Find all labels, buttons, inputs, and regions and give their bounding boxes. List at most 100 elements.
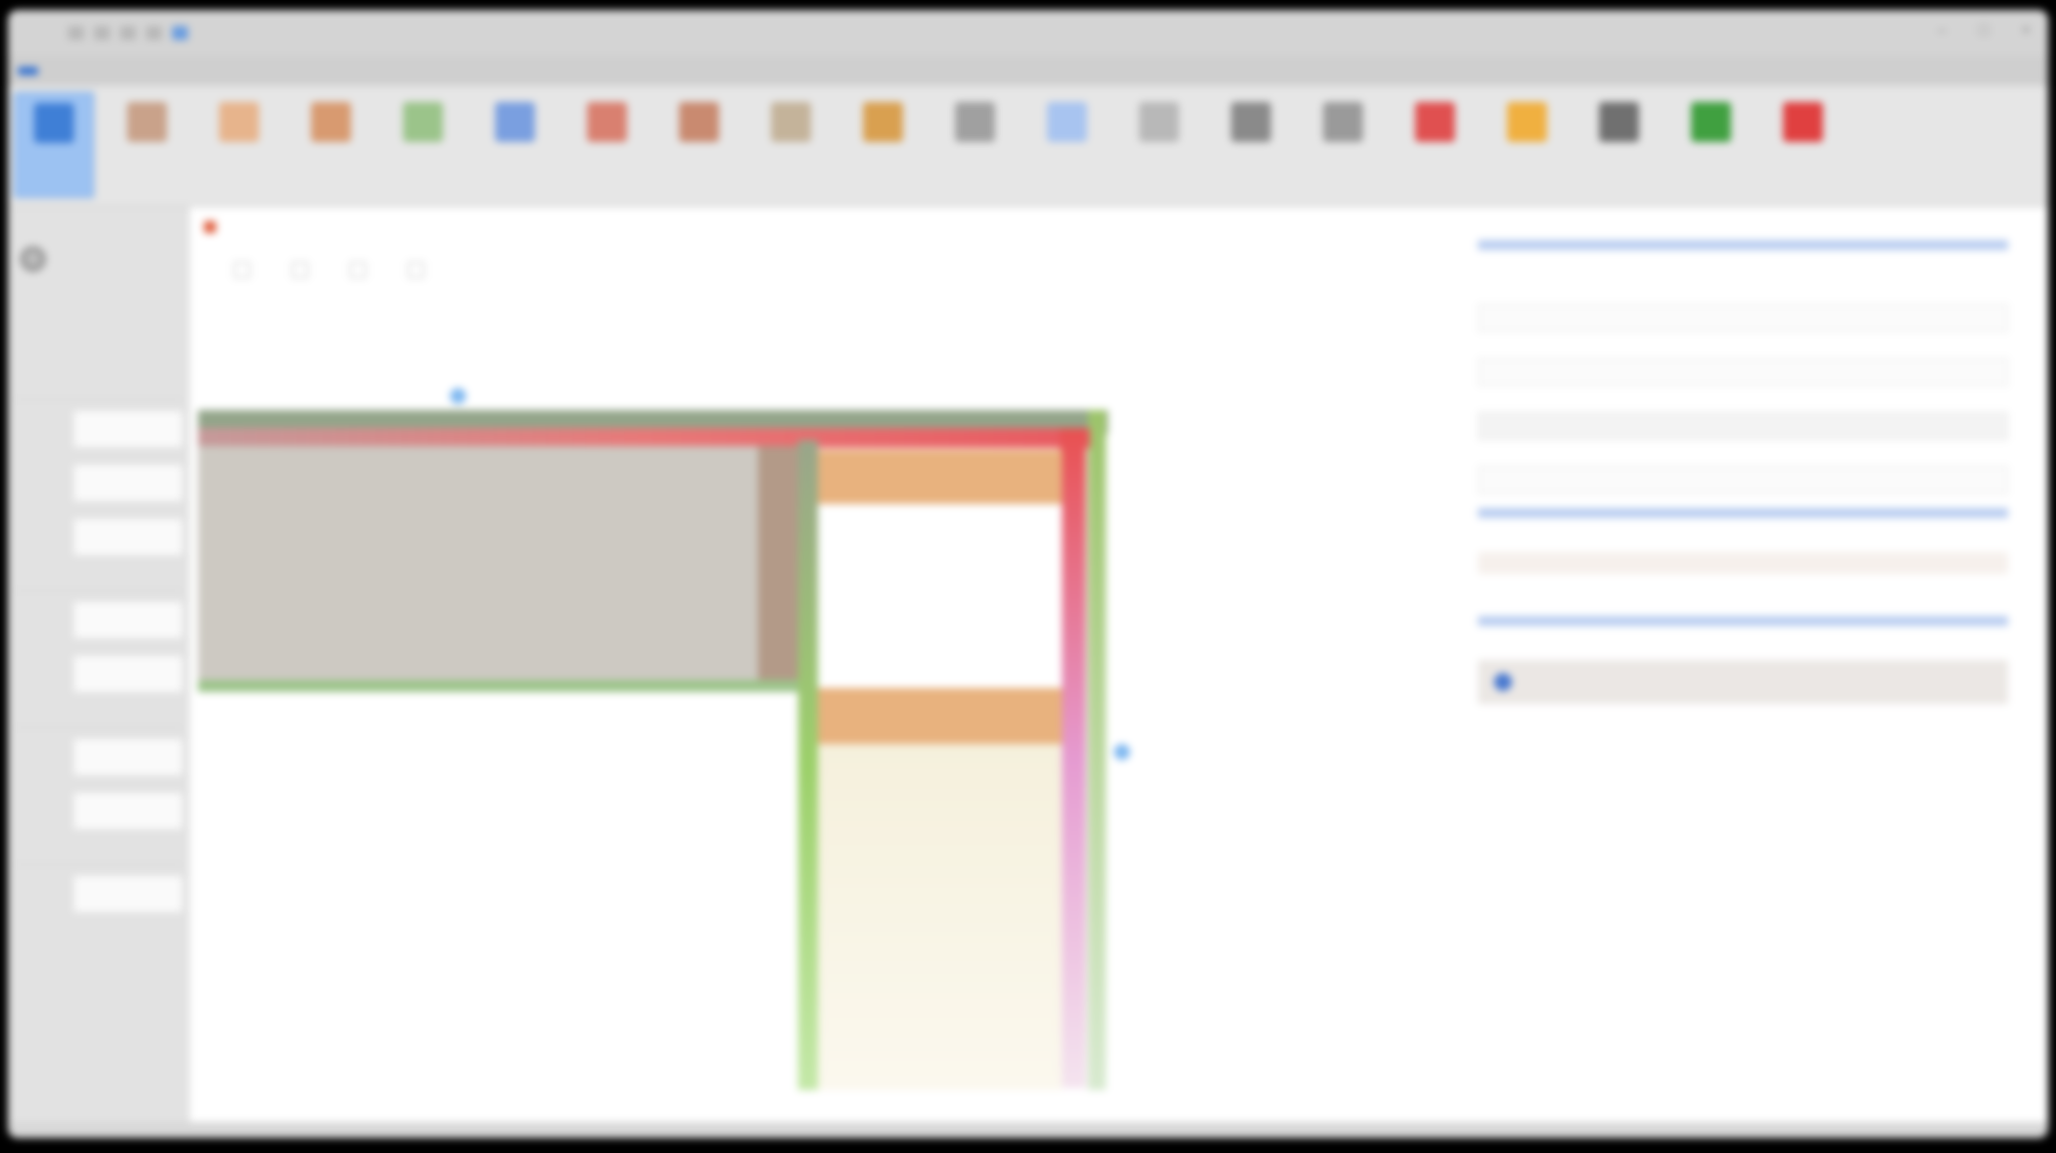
- ribbon-tab-file[interactable]: [18, 67, 38, 75]
- brush-icon: [311, 102, 351, 142]
- orange-band-top[interactable]: [818, 450, 1062, 504]
- sidebar-row-preview: [74, 602, 182, 638]
- maximize-button[interactable]: □: [1974, 22, 1994, 40]
- selection-handle-right[interactable]: [1114, 744, 1130, 760]
- file-icon[interactable]: [68, 26, 84, 40]
- ribbon-tool-shape[interactable]: [108, 92, 186, 196]
- image-icon: [1599, 102, 1639, 142]
- outer-frame-right-edge[interactable]: [1088, 410, 1106, 1090]
- ribbon-tool-brush[interactable]: [292, 92, 370, 196]
- sidebar-row-preview: [74, 411, 182, 447]
- ribbon-tool-grid[interactable]: [1120, 92, 1198, 196]
- sidebar-row-preview: [74, 739, 182, 775]
- sidebar-row[interactable]: [14, 406, 182, 452]
- property-field[interactable]: [1478, 466, 2008, 494]
- sidebar-row[interactable]: [14, 651, 182, 697]
- save-icon[interactable]: [94, 26, 110, 40]
- sidebar-row[interactable]: [14, 734, 182, 780]
- sidebar-section-header: [14, 568, 182, 591]
- arrange-icon: [955, 102, 995, 142]
- minimize-button[interactable]: –: [1932, 22, 1952, 40]
- shape-icon: [127, 102, 167, 142]
- selection-handle-top[interactable]: [450, 388, 466, 404]
- pointer-icon: [587, 102, 627, 142]
- sidebar-item-settings[interactable]: ⚙: [8, 237, 188, 281]
- property-option-row[interactable]: [1478, 660, 2008, 704]
- inner-frame-top[interactable]: [198, 428, 1090, 448]
- sidebar-list: [14, 377, 182, 925]
- property-field[interactable]: [1478, 358, 2008, 386]
- sidebar-section-header: [14, 842, 182, 865]
- orange-band-middle[interactable]: [818, 688, 1062, 744]
- ribbon-tool-line[interactable]: [384, 92, 462, 196]
- inner-frame-right[interactable]: [1060, 428, 1086, 1088]
- property-field[interactable]: [1478, 412, 2008, 440]
- gray-block[interactable]: [198, 446, 768, 684]
- document-tab[interactable]: [204, 216, 224, 238]
- cream-panel[interactable]: [818, 744, 1062, 1090]
- ribbon-tab[interactable]: [170, 67, 190, 75]
- properties-section-heading: [1478, 634, 2008, 654]
- property-label: [1478, 394, 2008, 412]
- ribbon-tool-arrange[interactable]: [936, 92, 1014, 196]
- sidebar-row[interactable]: [14, 514, 182, 560]
- properties-section-bar: [1478, 616, 2008, 626]
- ribbon-tool-frame[interactable]: [1028, 92, 1106, 196]
- ribbon-tool-link[interactable]: [1212, 92, 1290, 196]
- ribbon-tool-select[interactable]: [14, 92, 94, 198]
- delete-icon: [1783, 102, 1823, 142]
- property-label: [1478, 448, 2008, 466]
- ribbon-tool-image[interactable]: [1580, 92, 1658, 196]
- ribbon-tab[interactable]: [284, 67, 304, 75]
- sidebar-section-header: [14, 705, 182, 728]
- ribbon-tool-export[interactable]: [1672, 92, 1750, 196]
- ribbon-tab[interactable]: [360, 67, 380, 75]
- ribbon-tool-group[interactable]: [844, 92, 922, 196]
- star-icon: [1507, 102, 1547, 142]
- sidebar-row[interactable]: [14, 460, 182, 506]
- sidebar-row[interactable]: [14, 788, 182, 834]
- frame-icon: [1047, 102, 1087, 142]
- ribbon-tab[interactable]: [132, 67, 152, 75]
- window-title: [918, 26, 1338, 40]
- link-icon: [1231, 102, 1271, 142]
- group-icon: [863, 102, 903, 142]
- ribbon-tool-pointer[interactable]: [568, 92, 646, 196]
- ribbon-tab[interactable]: [56, 67, 76, 75]
- ribbon-tool-lock[interactable]: [1304, 92, 1382, 196]
- ribbon-tool-color[interactable]: [1396, 92, 1474, 196]
- ribbon-tab[interactable]: [208, 67, 228, 75]
- sidebar-header: [8, 207, 188, 237]
- ribbon-tool-paint[interactable]: [200, 92, 278, 196]
- gray-block-bottom-edge[interactable]: [198, 680, 818, 692]
- ribbon-tool-delete[interactable]: [1764, 92, 1842, 196]
- ribbon-tool-star[interactable]: [1488, 92, 1566, 196]
- ribbon-toolbar: [8, 86, 2048, 207]
- quick-access-accent-icon[interactable]: [172, 26, 188, 40]
- ribbon-tool-cursor[interactable]: [476, 92, 554, 196]
- grid-icon: [1139, 102, 1179, 142]
- sidebar-row[interactable]: [14, 597, 182, 643]
- window-controls: – □ ×: [1932, 22, 2036, 40]
- property-field[interactable]: [1478, 304, 2008, 332]
- design-canvas[interactable]: [198, 250, 1448, 1130]
- ribbon-tool-layer[interactable]: [660, 92, 738, 196]
- sidebar-row-preview: [74, 519, 182, 555]
- lock-icon: [1323, 102, 1363, 142]
- ribbon-tab[interactable]: [246, 67, 266, 75]
- export-icon: [1691, 102, 1731, 142]
- close-button[interactable]: ×: [2016, 22, 2036, 40]
- property-value-row[interactable]: [1478, 552, 2008, 574]
- vertical-divider[interactable]: [798, 440, 818, 1090]
- undo-icon[interactable]: [120, 26, 136, 40]
- paint-icon: [219, 102, 259, 142]
- ribbon-tool-align[interactable]: [752, 92, 830, 196]
- status-bar: [8, 1122, 2048, 1138]
- sidebar-row-preview: [74, 656, 182, 692]
- redo-icon[interactable]: [146, 26, 162, 40]
- sidebar-row[interactable]: [14, 871, 182, 917]
- white-panel[interactable]: [818, 504, 1062, 688]
- gear-icon: ⚙: [20, 246, 46, 272]
- ribbon-tab[interactable]: [94, 67, 114, 75]
- ribbon-tab[interactable]: [322, 67, 342, 75]
